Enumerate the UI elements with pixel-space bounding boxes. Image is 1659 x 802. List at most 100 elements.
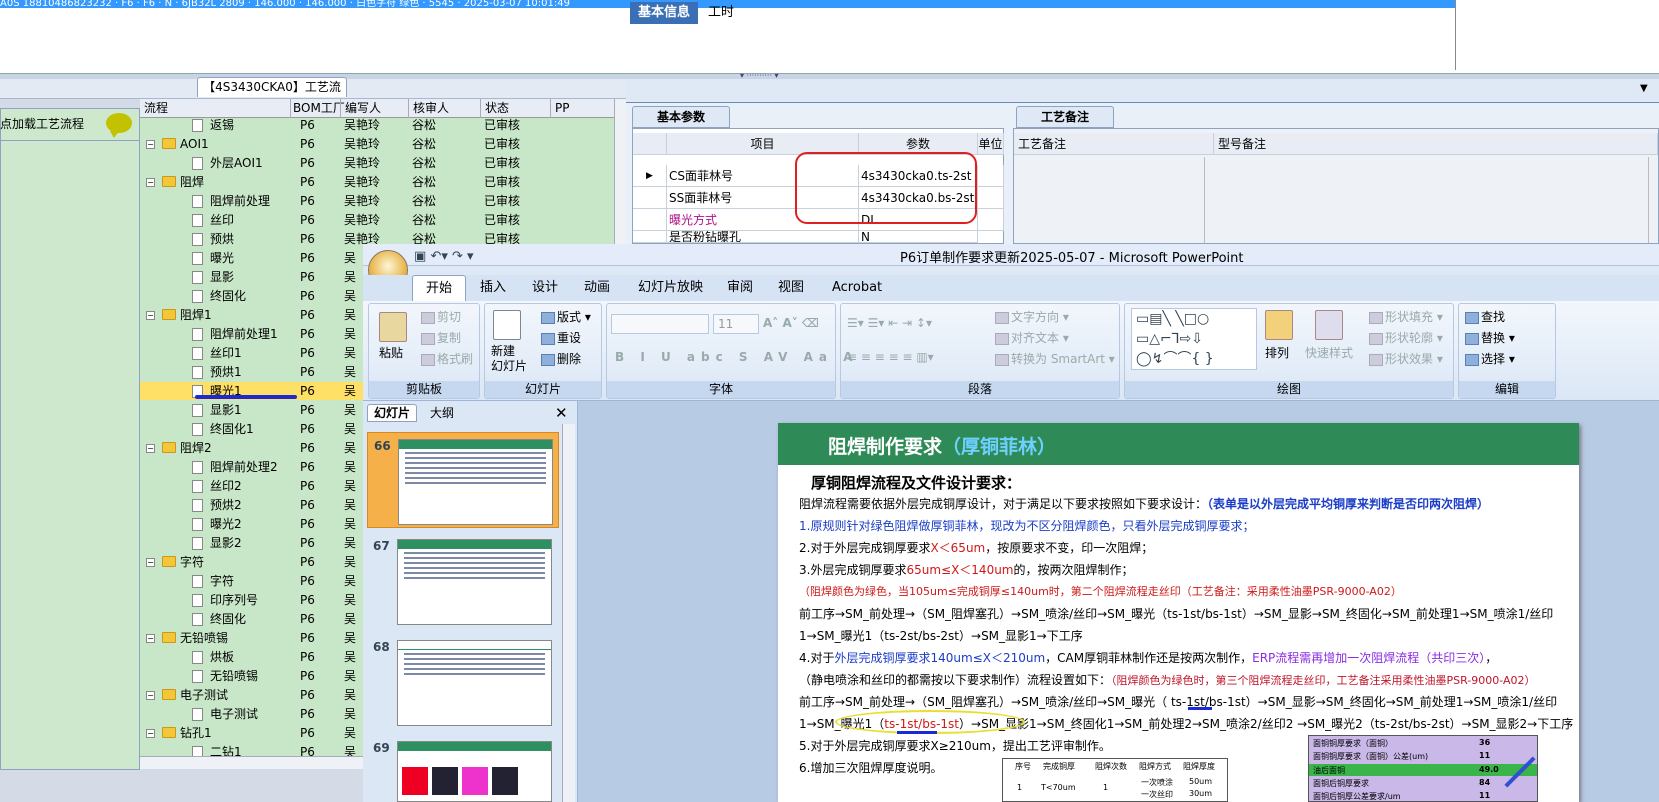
copy-button[interactable]: 复制 (421, 329, 461, 346)
tab-work-hours[interactable]: 工时 (700, 2, 742, 24)
font-size-combo[interactable]: 11 (713, 314, 759, 334)
shape-effects-button[interactable]: 形状效果 ▾ (1369, 350, 1443, 367)
tree-row[interactable]: 丝印 P6 吴艳玲 谷松 已审核 (140, 211, 614, 229)
paste-button[interactable]: 粘贴 (379, 344, 403, 361)
replace-button[interactable]: 替换 ▾ (1465, 329, 1515, 346)
shapes-gallery[interactable]: ▭▤╲ ╲□○ ▭△⌐⅂⇨⇩ ◯↯⌒⌒{ } (1131, 308, 1257, 370)
pane-tab-outline[interactable]: 大纲 (420, 404, 464, 422)
slides-scrollbar[interactable] (562, 424, 575, 802)
slide-thumbnail[interactable]: 66 (367, 432, 559, 528)
arrange-icon[interactable] (1265, 310, 1293, 340)
slide-text-line[interactable]: （静电喷涂和丝印的都需按以下要求制作）流程设置如下：（阻焊颜色为绿色时，第三个阻… (799, 672, 1536, 689)
format-painter-button[interactable]: 格式刷 (421, 350, 473, 367)
collapse-icon[interactable]: − (146, 729, 155, 738)
slide-text-line[interactable]: 1.原规则针对绿色阻焊做厚铜菲林，现改为不区分阻焊颜色，只看外层完成铜厚要求； (799, 518, 1254, 534)
remark-col-model[interactable]: 型号备注 (1214, 133, 1658, 155)
splitter-grip-icon[interactable]: ▾ ·········· ▾ (740, 72, 800, 80)
find-button[interactable]: 查找 (1465, 308, 1505, 325)
align-buttons[interactable]: ≡ ≡ ≡ ≡ ≡ ▥▾ (847, 350, 934, 364)
slide-subtitle[interactable]: 厚铜阻焊流程及文件设计要求： (811, 472, 1021, 493)
collapse-icon[interactable]: − (146, 140, 155, 149)
tree-row[interactable]: 阻焊前处理 P6 吴艳玲 谷松 已审核 (140, 192, 614, 210)
font-name-combo[interactable] (611, 314, 709, 334)
save-icon[interactable]: ▣ (414, 249, 426, 264)
col-header-writer[interactable]: 编写人 (340, 99, 381, 118)
slide-text-line[interactable]: 前工序→SM_前处理→（SM_阻焊塞孔）→SM_喷涂/丝印→SM_曝光（ts-1… (799, 606, 1553, 622)
ribbon-tab-review[interactable]: 审阅 (725, 275, 755, 301)
reset-button[interactable]: 重设 (541, 329, 581, 346)
slide-text-line[interactable]: （阻焊颜色为绿色，当105um≤完成铜厚≤140um时，第二个阻焊流程走丝印（工… (799, 584, 1402, 600)
redo-icon[interactable]: ↷ (452, 249, 463, 264)
paste-icon[interactable] (379, 312, 407, 342)
param-col-unit[interactable]: 单位 (978, 133, 1004, 155)
ribbon-tab-animation[interactable]: 动画 (582, 275, 612, 301)
quick-styles-icon[interactable] (1315, 310, 1343, 340)
model-remark-scrollbar[interactable] (1648, 157, 1658, 243)
tab-basic-info[interactable]: 基本信息 (630, 2, 699, 24)
slide-text-line[interactable]: 6.增加三次阻焊厚度说明。 (799, 760, 942, 776)
ribbon-tab-insert[interactable]: 插入 (478, 275, 508, 301)
param-unit[interactable] (978, 209, 1004, 231)
undo-icon[interactable]: ↶▾ (430, 249, 447, 264)
tree-row[interactable]: − 阻焊 P6 吴艳玲 谷松 已审核 (140, 173, 614, 191)
param-unit[interactable] (978, 165, 1004, 187)
ribbon-tab-acrobat[interactable]: Acrobat (830, 275, 884, 301)
param-value[interactable]: N (859, 231, 978, 243)
layout-button[interactable]: 版式 ▾ (541, 308, 591, 325)
customize-qat-icon[interactable]: ▾ (467, 249, 474, 264)
col-header-status[interactable]: 状态 (480, 99, 509, 118)
shape-outline-button[interactable]: 形状轮廓 ▾ (1369, 329, 1443, 346)
col-header-reviewer[interactable]: 核审人 (408, 99, 449, 118)
tree-row[interactable]: 返锡 P6 吴艳玲 谷松 已审核 (140, 118, 614, 134)
slide-text-line[interactable]: 3.外层完成铜厚要求65um≤X＜140um的，按两次阻焊制作； (799, 562, 1134, 578)
grow-font-icon[interactable]: A˄ A˅ ⌫ (763, 316, 819, 330)
new-slide-icon[interactable] (493, 310, 521, 340)
arrange-button[interactable]: 排列 (1265, 344, 1289, 361)
text-direction-button[interactable]: 文字方向 ▾ (995, 308, 1069, 325)
slide-thumbnail[interactable]: 68 (367, 634, 559, 730)
align-text-button[interactable]: 对齐文本 ▾ (995, 329, 1069, 346)
remark-scrollbar[interactable] (1204, 157, 1214, 243)
process-tab-title[interactable]: 【4S3430CKA0】工艺流程 (197, 77, 347, 113)
tab-basic-params[interactable]: 基本参数 (632, 106, 730, 128)
slide-text-line[interactable]: 前工序→SM_前处理→（SM_阻焊塞孔）→SM_喷涂/丝印→SM_曝光（ ts-… (799, 694, 1557, 710)
slide-text-line[interactable]: 1→SM_曝光1（ts-2st/bs-2st）→SM_显影1→下工序 (799, 628, 1083, 644)
slide-thumbnail[interactable]: 67 (367, 533, 559, 629)
slide-thumbnail[interactable]: 69 (367, 735, 559, 802)
col-header-pp[interactable]: PP (550, 99, 569, 118)
pane-tab-slides[interactable]: 幻灯片 (367, 404, 417, 422)
delete-slide-button[interactable]: 删除 (541, 350, 581, 367)
tree-row[interactable]: 外层AOI1 P6 吴艳玲 谷松 已审核 (140, 154, 614, 172)
tab-process-remarks[interactable]: 工艺备注 (1016, 106, 1114, 128)
collapse-icon[interactable]: − (146, 691, 155, 700)
slide-title[interactable]: 阻焊制作要求（厚铜菲林） (828, 432, 1056, 459)
smartart-button[interactable]: 转换为 SmartArt ▾ (995, 350, 1115, 367)
close-icon[interactable]: ✕ (555, 404, 568, 422)
collapse-icon[interactable]: − (146, 444, 155, 453)
chevron-down-icon[interactable]: ▼ (1640, 83, 1648, 94)
collapse-icon[interactable]: − (146, 558, 155, 567)
collapse-icon[interactable]: − (146, 634, 155, 643)
collapse-icon[interactable]: − (146, 311, 155, 320)
remark-col-process[interactable]: 工艺备注 (1014, 133, 1214, 155)
collapse-icon[interactable]: − (146, 178, 155, 187)
ribbon-tab-slideshow[interactable]: 幻灯片放映 (636, 275, 705, 301)
font-format-buttons[interactable]: B I U abc S AV Aa A (615, 350, 858, 364)
ribbon-tab-home[interactable]: 开始 (412, 275, 466, 301)
new-slide-button[interactable]: 新建 幻灯片 (491, 344, 527, 374)
param-unit[interactable] (978, 187, 1004, 209)
select-button[interactable]: 选择 ▾ (1465, 350, 1515, 367)
load-process-link[interactable]: 点加载工艺流程 (0, 115, 84, 132)
col-header-flow[interactable]: 流程 (144, 99, 168, 118)
slide-text-line[interactable]: 阻焊流程需要依据外层完成铜厚设计，对于满足以下要求按照如下要求设计：（表单是以外… (799, 496, 1489, 512)
list-buttons[interactable]: ☰▾ ☰▾ ⇤ ⇥ ↕▾ (847, 316, 932, 330)
cut-button[interactable]: 剪切 (421, 308, 461, 325)
speech-bubble-icon[interactable] (106, 113, 132, 138)
slide-text-line[interactable]: 2.对于外层完成铜厚要求X＜65um，按原要求不变，印一次阻焊； (799, 540, 1153, 556)
tree-row[interactable]: − AOI1 P6 吴艳玲 谷松 已审核 (140, 135, 614, 153)
shape-fill-button[interactable]: 形状填充 ▾ (1369, 308, 1443, 325)
ribbon-tab-design[interactable]: 设计 (530, 275, 560, 301)
slide-text-line[interactable]: 4.对于外层完成铜厚要求140um≤X＜210um，CAM厚铜菲林制作还是按两次… (799, 650, 1497, 666)
slide-text-line[interactable]: 5.对于外层完成铜厚要求X≥210um，提出工艺评审制作。 (799, 738, 1111, 754)
quick-styles-button[interactable]: 快速样式 (1305, 344, 1353, 361)
